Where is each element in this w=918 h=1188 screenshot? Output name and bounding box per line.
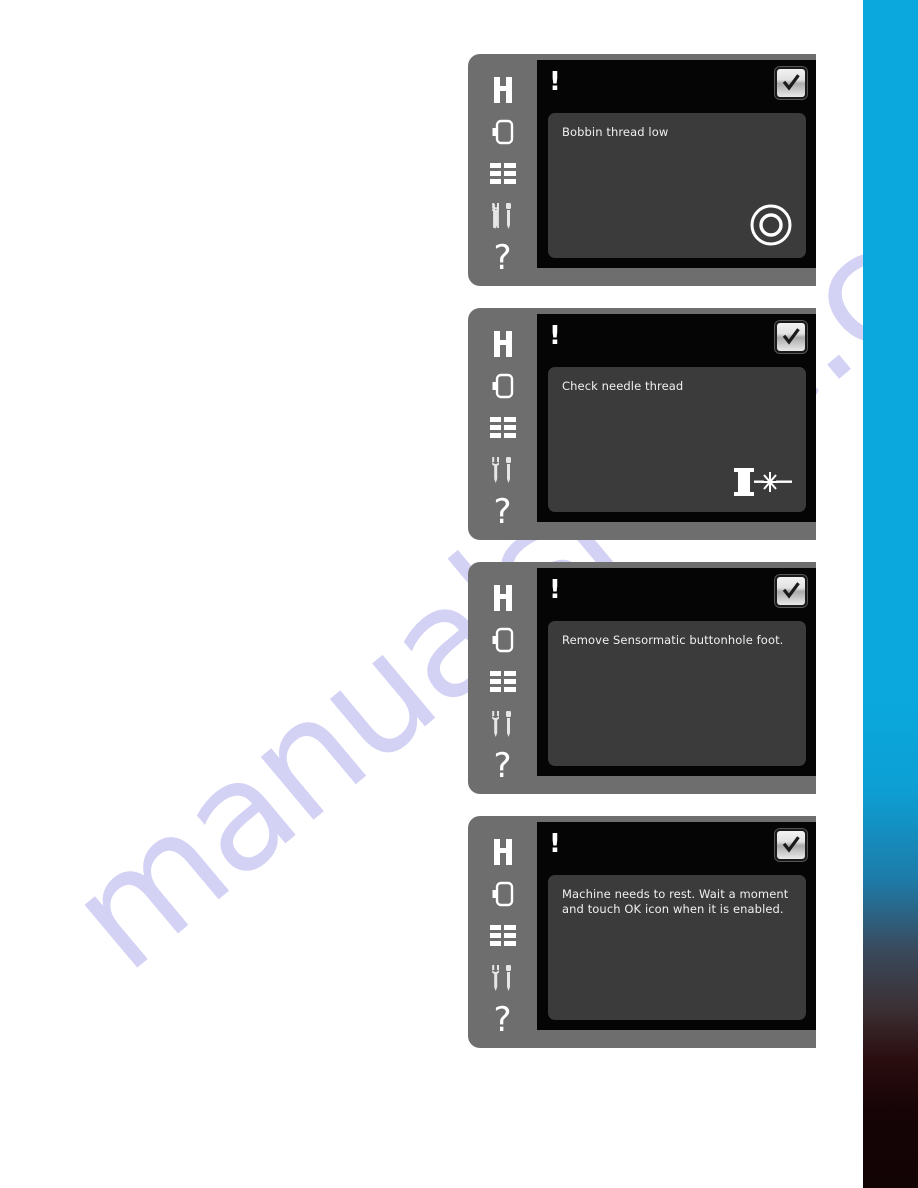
presser-foot-icon[interactable] [482, 831, 524, 873]
tools-wrench-screwdriver-icon[interactable] [482, 449, 524, 491]
help-question-mark-icon[interactable]: ? [482, 745, 524, 787]
ok-button[interactable] [775, 575, 807, 607]
icon-sidebar: ? [468, 562, 537, 794]
screen-topbar: ! [537, 568, 816, 616]
message-box: Check needle thread [548, 367, 806, 512]
bobbin-case-icon[interactable] [482, 111, 524, 153]
machine-screen: ! Bobbin thread low [537, 60, 816, 268]
tools-wrench-screwdriver-icon[interactable] [482, 703, 524, 745]
menu-grid-icon[interactable] [482, 915, 524, 957]
message-text: Check needle thread [562, 379, 684, 393]
bobbin-case-icon[interactable] [482, 619, 524, 661]
ok-button[interactable] [775, 67, 807, 99]
icon-sidebar: ? [468, 54, 537, 286]
machine-popup-panel: ? ! Remove Sensormatic buttonhole foot. [468, 562, 816, 794]
alert-marker: ! [549, 321, 561, 351]
message-box: Machine needs to rest. Wait a moment and… [548, 875, 806, 1020]
machine-screen: ! Remove Sensormatic buttonhole foot. [537, 568, 816, 776]
tools-wrench-screwdriver-icon[interactable] [482, 195, 524, 237]
machine-popup-panel: ? ! Bobbin thread low [468, 54, 816, 286]
alert-marker: ! [549, 575, 561, 605]
message-box: Remove Sensormatic buttonhole foot. [548, 621, 806, 766]
machine-popup-panel: ? ! Machine needs to rest. Wait a moment… [468, 816, 816, 1048]
machine-screen: ! Machine needs to rest. Wait a moment a… [537, 822, 816, 1030]
checkmark-icon [782, 74, 800, 91]
screen-topbar: ! [537, 314, 816, 362]
broken-needle-thread-icon [724, 442, 794, 502]
bobbin-case-icon[interactable] [482, 873, 524, 915]
bobbin-icon [724, 188, 794, 248]
help-question-mark-icon[interactable]: ? [482, 237, 524, 279]
screen-topbar: ! [537, 60, 816, 108]
menu-grid-icon[interactable] [482, 661, 524, 703]
menu-grid-icon[interactable] [482, 407, 524, 449]
icon-sidebar: ? [468, 308, 537, 540]
machine-popup-panel: ? ! Check needle thread [468, 308, 816, 540]
presser-foot-icon[interactable] [482, 577, 524, 619]
message-text: Machine needs to rest. Wait a moment and… [562, 887, 789, 916]
page-edge-gradient [863, 0, 918, 1188]
presser-foot-icon[interactable] [482, 69, 524, 111]
help-question-mark-icon[interactable]: ? [482, 491, 524, 533]
ok-button[interactable] [775, 321, 807, 353]
message-box: Bobbin thread low [548, 113, 806, 258]
help-question-mark-icon[interactable]: ? [482, 999, 524, 1041]
icon-sidebar: ? [468, 816, 537, 1048]
presser-foot-icon[interactable] [482, 323, 524, 365]
checkmark-icon [782, 328, 800, 345]
checkmark-icon [782, 836, 800, 853]
machine-screen: ! Check needle thread [537, 314, 816, 522]
screen-topbar: ! [537, 822, 816, 870]
menu-grid-icon[interactable] [482, 153, 524, 195]
tools-wrench-screwdriver-icon[interactable] [482, 957, 524, 999]
ok-button[interactable] [775, 829, 807, 861]
message-text: Remove Sensormatic buttonhole foot. [562, 633, 784, 647]
checkmark-icon [782, 582, 800, 599]
alert-marker: ! [549, 829, 561, 859]
bobbin-case-icon[interactable] [482, 365, 524, 407]
message-text: Bobbin thread low [562, 125, 669, 139]
alert-marker: ! [549, 67, 561, 97]
